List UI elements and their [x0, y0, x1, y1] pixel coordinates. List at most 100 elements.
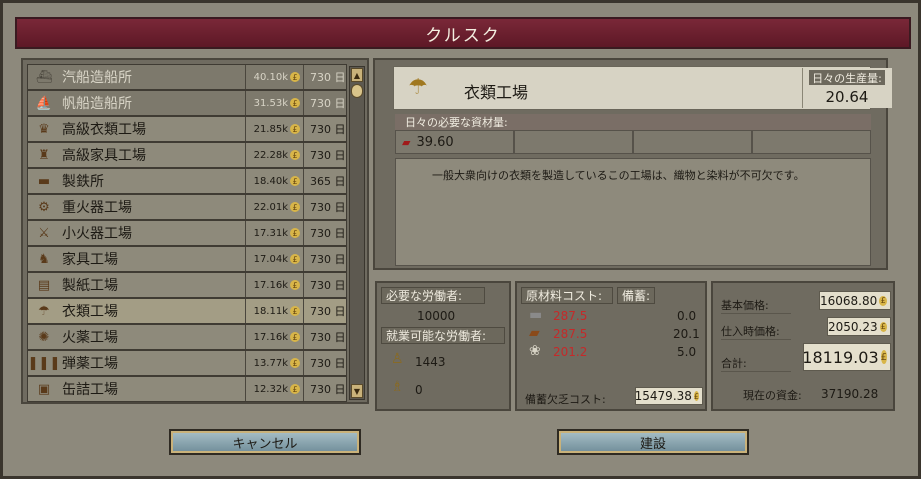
purchase-price-label: 仕入時価格: [721, 323, 791, 340]
cost-value: 17.16k [253, 279, 288, 291]
ammunition-icon: ❚❚❚ [27, 355, 61, 371]
pound-coin-icon: £ [290, 228, 300, 238]
build-days: 730 日 [310, 71, 346, 84]
pound-coin-icon: £ [290, 332, 300, 342]
stock-row-1: 0.0 [677, 309, 697, 323]
building-row[interactable]: ⚔ 小火器工場 17.31k £730 日 [27, 220, 347, 246]
building-row[interactable]: ♛ 高級衣類工場 21.85k £730 日 [27, 116, 347, 142]
building-label: 弾薬工場 [62, 356, 118, 372]
building-row[interactable]: ⛴ 汽船造船所 40.10k £ 730 日 [27, 64, 347, 90]
building-list-panel: ⛴ 汽船造船所 40.10k £730 日 ⛵ 帆船造船所 31.53k £730 日 ♛ 高級衣… [21, 58, 369, 404]
funds-label: 現在の資金: [743, 389, 802, 402]
building-row[interactable]: ✺ 火薬工場 17.16k £730 日 [27, 324, 347, 350]
cost-value: 18.40k [253, 175, 288, 187]
shortage-amount: 15479.38 [634, 389, 692, 403]
building-name-cell: ♜ 高級家具工場 [28, 143, 246, 167]
pound-coin-icon: £ [879, 295, 887, 306]
building-label: 家具工場 [62, 252, 118, 268]
build-factory-window: クルスク ⛴ 汽船造船所 40.10k £730 日 ⛵ 帆船造船所 31.53k £730 … [0, 0, 921, 479]
luxury-clothes-icon: ♛ [38, 121, 50, 137]
building-row[interactable]: ⛵ 帆船造船所 31.53k £730 日 [27, 90, 347, 116]
needs-row: ▰ 39.60 [395, 130, 871, 154]
building-label: 帆船造船所 [62, 96, 132, 112]
available-workers-1: 1443 [415, 355, 446, 369]
building-name-cell: ♛ 高級衣類工場 [28, 117, 246, 141]
building-cost: 40.10k £ [246, 65, 304, 89]
cost-value: 17.04k [253, 253, 288, 265]
pound-coin-icon: £ [290, 124, 300, 134]
build-days: 730 日 [310, 149, 346, 162]
list-scrollbar[interactable]: ▲ ▼ [349, 66, 365, 400]
need-cell-empty [752, 130, 871, 154]
building-cost: 18.11k £ [246, 299, 304, 323]
building-row[interactable]: ☂ 衣類工場 18.11k £730 日 [27, 298, 347, 324]
building-row[interactable]: ❚❚❚ 弾薬工場 13.77k £730 日 [27, 350, 347, 376]
window-title: クルスク [15, 17, 911, 49]
explosives-icon: ✺ [38, 329, 50, 345]
building-cost: 22.01k £ [246, 195, 304, 219]
building-name: 衣類工場 [464, 83, 529, 102]
required-workers-label: 必要な労働者: [381, 287, 485, 304]
building-detail-panel: ☂ 衣類工場 日々の生産量: 20.64 日々の必要な資材量: ▰ 39.60 … [373, 58, 892, 270]
shortage-label: 備蓄欠乏コスト: [525, 393, 606, 406]
production-value: 20.64 [825, 88, 869, 106]
scroll-down-button[interactable]: ▼ [351, 384, 363, 398]
scroll-thumb[interactable] [351, 84, 363, 98]
building-name-cell: ⚔ 小火器工場 [28, 221, 246, 245]
scroll-up-button[interactable]: ▲ [351, 68, 363, 82]
rifle-icon: ⚔ [38, 225, 50, 241]
canned-food-icon: ▣ [37, 381, 51, 397]
building-row[interactable]: ▤ 製紙工場 17.16k £730 日 [27, 272, 347, 298]
cost-value: 21.85k [253, 123, 288, 135]
costs-panel: 原材料コスト: 備蓄: ▬ 287.5 0.0 ▰ 287.5 20.1 ❀ 2… [515, 281, 707, 411]
cost-value: 17.16k [253, 331, 288, 343]
pound-coin-icon: £ [290, 306, 300, 316]
luxury-furniture-icon: ♜ [38, 147, 50, 163]
building-row[interactable]: ⚙ 重火器工場 22.01k £730 日 [27, 194, 347, 220]
cost-value: 12.32k [253, 383, 288, 395]
raw-cost-label: 原材料コスト: [521, 287, 613, 304]
building-label: 衣類工場 [62, 304, 118, 320]
clothes-icon: ☂ [408, 75, 428, 100]
build-days: 730 日 [310, 279, 346, 292]
building-row[interactable]: ♞ 家具工場 17.04k £730 日 [27, 246, 347, 272]
cost-value: 13.77k [253, 357, 288, 369]
cancel-button[interactable]: キャンセル [169, 429, 361, 455]
pound-coin-icon: £ [880, 350, 887, 364]
building-label: 重火器工場 [62, 200, 132, 216]
building-row[interactable]: ♜ 高級家具工場 22.28k £730 日 [27, 142, 347, 168]
building-description: 一般大衆向けの衣類を製造しているこの工場は、織物と染料が不可欠です。 [395, 158, 871, 266]
building-label: 缶詰工場 [62, 382, 118, 398]
furniture-icon: ♞ [38, 251, 50, 267]
need-cell: ▰ 39.60 [395, 130, 514, 154]
building-name-cell: ✺ 火薬工場 [28, 325, 246, 349]
pound-coin-icon: £ [290, 254, 300, 264]
cost-row-2: 287.5 [553, 327, 588, 341]
total-value: 18119.03 [802, 347, 879, 367]
building-name-cell: ⚙ 重火器工場 [28, 195, 246, 219]
cost-value: 31.53k [253, 97, 288, 109]
daily-production: 日々の生産量: 20.64 [802, 68, 892, 108]
artillery-icon: ⚙ [38, 199, 50, 215]
building-label: 高級衣類工場 [62, 122, 146, 138]
building-row[interactable]: ▣ 缶詰工場 12.32k £730 日 [27, 376, 347, 402]
pound-coin-icon: £ [290, 358, 300, 368]
cost-value: 17.31k [253, 227, 288, 239]
building-name-cell: ▬ 製鉄所 [28, 169, 246, 193]
pound-coin-icon: £ [290, 280, 300, 290]
build-days: 730 日 [310, 253, 346, 266]
building-cost: 18.40k £ [246, 169, 304, 193]
building-label: 高級家具工場 [62, 148, 146, 164]
pound-coin-icon: £ [693, 391, 699, 401]
build-button[interactable]: 建設 [557, 429, 749, 455]
build-days: 365 日 [310, 175, 346, 188]
clerks-icon: ♗ [391, 379, 404, 395]
building-name-cell: ⛴ 汽船造船所 [28, 65, 246, 89]
total-box: 18119.03 £ [802, 343, 891, 371]
building-cost: 13.77k £ [246, 351, 304, 375]
build-days: 730 日 [310, 331, 346, 344]
building-row[interactable]: ▬ 製鉄所 18.40k £ 365 日 [27, 168, 347, 194]
stock-row-3: 5.0 [677, 345, 697, 359]
building-cost: 12.32k £ [246, 377, 304, 401]
craftsmen-icon: ♙ [391, 351, 404, 367]
